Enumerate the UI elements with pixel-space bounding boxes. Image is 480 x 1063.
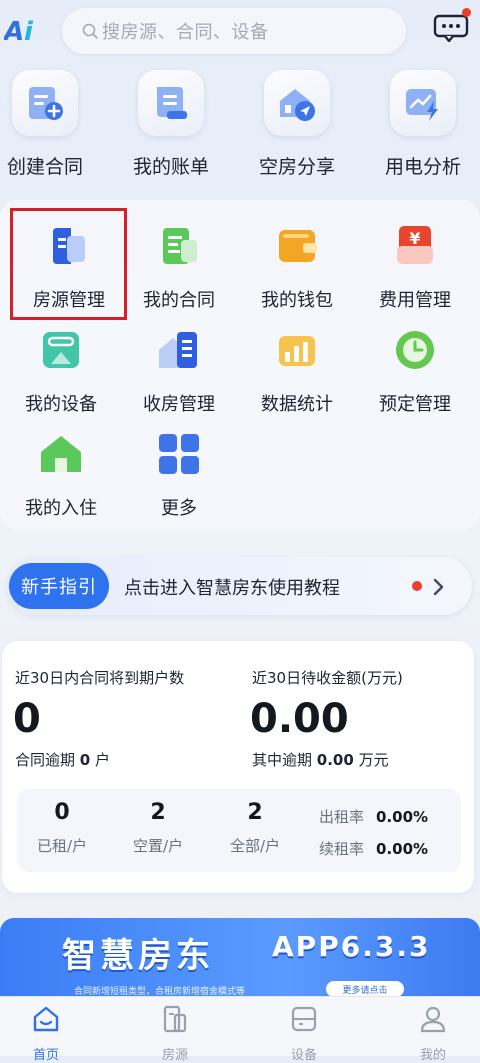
grid-item-label: 我的设备 (25, 394, 97, 415)
guide-text: 点击进入智慧房东使用教程 (124, 578, 340, 599)
fee-icon: ¥ (397, 226, 433, 264)
grid-item-label: 预定管理 (379, 394, 451, 415)
receivable-overdue-value: 0.00 (316, 751, 354, 769)
app-logo: A i (4, 17, 34, 46)
expiring-value: 0 (13, 696, 41, 742)
tab-profile[interactable]: 我的 (393, 1004, 473, 1063)
svg-text:¥: ¥ (409, 229, 420, 248)
bill-icon (157, 87, 187, 119)
promo-version: APP6.3.3 (272, 930, 431, 963)
guide-pill: 新手指引 (9, 563, 109, 609)
grid-item-contract[interactable]: 我的合同 (120, 222, 238, 314)
overdue-prefix: 合同逾期 (15, 751, 76, 769)
overdue-line: 合同逾期 0 户 (15, 749, 110, 770)
quick-action-label: 我的账单 (132, 156, 209, 178)
create-contract-icon (29, 87, 63, 120)
quick-action-share[interactable]: 空房分享 (242, 70, 352, 180)
property-tab-icon (163, 1005, 187, 1033)
grid-item-fee[interactable]: ¥ 费用管理 (356, 222, 474, 314)
quick-action-power[interactable]: 用电分析 (368, 70, 478, 180)
grid-item-statistics[interactable]: 数据统计 (238, 326, 356, 418)
receivable-value: 0.00 (250, 696, 349, 742)
renew-rate-value: 0.00% (376, 840, 429, 858)
rent-rate-label: 出租率 (319, 808, 365, 826)
count-all[interactable]: 2 全部/户 (210, 800, 300, 856)
profile-icon (420, 1006, 446, 1033)
quick-action-label: 空房分享 (258, 156, 335, 178)
grid-item-label: 我的入住 (25, 498, 97, 519)
reservation-icon (396, 331, 434, 369)
checkin-icon (41, 436, 81, 472)
renew-rate-label: 续租率 (319, 840, 365, 858)
grid-item-collect[interactable]: 收房管理 (120, 326, 238, 418)
home-icon (33, 1006, 59, 1032)
expiring-label: 近30日内合同将到期户数 (15, 669, 185, 687)
renew-rate: 续租率 0.00% (319, 838, 428, 859)
count-label: 空置/户 (132, 837, 184, 855)
overdue-value: 0 (79, 751, 91, 769)
grid-item-label: 我的合同 (143, 290, 215, 311)
promo-title: 智慧房东 (62, 936, 214, 976)
grid-item-wallet[interactable]: 我的钱包 (238, 222, 356, 314)
grid-item-label: 收房管理 (143, 394, 215, 415)
svg-text:A: A (4, 17, 24, 46)
grid-item-more[interactable]: 更多 (120, 430, 238, 522)
highlight-box (10, 208, 127, 320)
tab-label: 首页 (32, 1048, 59, 1063)
tab-property[interactable]: 房源 (135, 1004, 215, 1063)
power-analysis-icon (406, 89, 438, 121)
count-rented[interactable]: 0 已租/户 (17, 800, 107, 856)
receivable-label: 近30日待收金额(万元) (252, 669, 403, 687)
grid-item-reservation[interactable]: 预定管理 (356, 326, 474, 418)
search-input[interactable]: 搜房源、合同、设备 (62, 8, 406, 54)
count-value: 0 (54, 800, 70, 825)
count-value: 2 (247, 800, 263, 825)
count-label: 已租/户 (36, 837, 88, 855)
rent-rate-value: 0.00% (376, 808, 429, 826)
grid-item-label: 数据统计 (261, 394, 333, 415)
quick-action-create-contract[interactable]: 创建合同 (0, 70, 100, 180)
count-vacant[interactable]: 2 空置/户 (113, 800, 203, 856)
svg-text:i: i (24, 17, 34, 46)
quick-action-label: 用电分析 (384, 156, 461, 178)
wallet-icon (279, 230, 317, 262)
receivable-overdue-unit: 万元 (358, 751, 389, 769)
collect-house-icon (159, 332, 197, 368)
chevron-right-icon[interactable] (432, 577, 446, 597)
tab-label: 我的 (419, 1048, 446, 1063)
tab-device[interactable]: 设备 (264, 1004, 344, 1063)
grid-item-label: 费用管理 (379, 290, 451, 311)
quick-action-bill[interactable]: 我的账单 (116, 70, 226, 180)
receivable-overdue-line: 其中逾期 0.00 万元 (252, 749, 389, 770)
more-icon (159, 434, 199, 474)
promo-more-button[interactable]: 更多请点击 (326, 981, 404, 997)
quick-action-label: 创建合同 (6, 156, 83, 178)
overdue-unit: 户 (95, 751, 111, 769)
grid-item-label: 我的钱包 (261, 290, 333, 311)
grid-item-checkin[interactable]: 我的入住 (2, 430, 120, 522)
unread-badge (462, 8, 471, 17)
contract-icon (163, 228, 197, 264)
grid-item-label: 更多 (161, 498, 197, 519)
tab-label: 房源 (161, 1048, 188, 1063)
device-tab-icon (291, 1006, 317, 1032)
tab-home[interactable]: 首页 (6, 1004, 86, 1063)
count-value: 2 (150, 800, 166, 825)
device-icon (43, 332, 79, 368)
share-vacancy-icon (280, 89, 315, 121)
guide-dot (412, 581, 422, 591)
tab-label: 设备 (290, 1048, 317, 1063)
search-placeholder: 搜房源、合同、设备 (102, 22, 269, 43)
statistics-icon (279, 336, 315, 366)
count-label: 全部/户 (229, 837, 281, 855)
search-icon (82, 23, 98, 39)
receivable-overdue-prefix: 其中逾期 (252, 751, 313, 769)
grid-item-device[interactable]: 我的设备 (2, 326, 120, 418)
rent-rate: 出租率 0.00% (319, 806, 428, 827)
message-icon[interactable] (433, 14, 469, 42)
